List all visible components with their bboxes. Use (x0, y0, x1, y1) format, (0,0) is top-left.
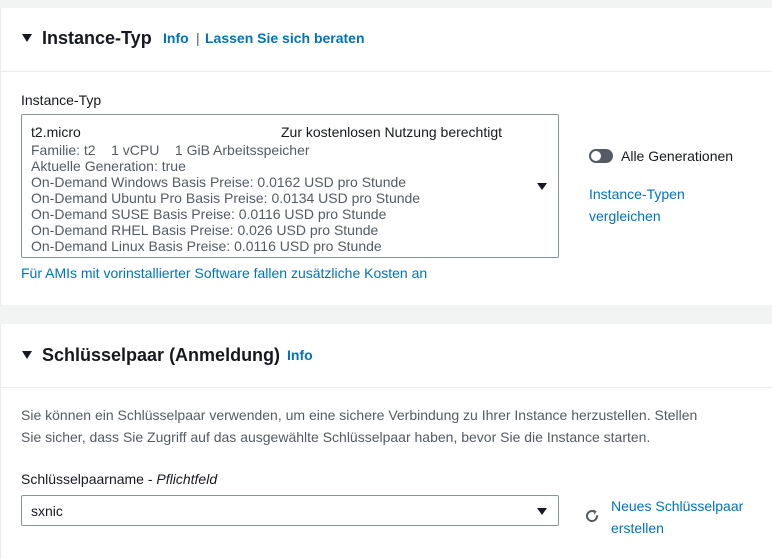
instance-type-select[interactable]: t2.micro Zur kostenlosen Nutzung berecht… (21, 114, 559, 258)
instance-type-header: Instance-Typ Info | Lassen Sie sich bera… (1, 8, 772, 72)
key-pair-title[interactable]: Schlüsselpaar (Anmeldung) (42, 345, 280, 366)
dropdown-arrow-icon[interactable] (537, 508, 547, 515)
instance-type-title[interactable]: Instance-Typ (42, 28, 152, 49)
instance-type-field-label: Instance-Typ (21, 92, 102, 108)
create-key-pair-link-line2[interactable]: erstellen (611, 520, 664, 536)
key-pair-field-label-text: Schlüsselpaarname (21, 471, 144, 487)
toggle-knob (591, 151, 601, 161)
key-pair-selected-value: sxnic (31, 503, 63, 519)
compare-instance-types-link[interactable]: Instance-Typen (589, 186, 685, 202)
detail-rhel-price: On-Demand RHEL Basis Preise: 0.026 USD p… (31, 222, 379, 238)
refresh-icon[interactable] (583, 507, 601, 525)
key-pair-description-line2: Sie sicher, dass Sie Zugriff auf das aus… (21, 429, 651, 445)
key-pair-info-link[interactable]: Info (287, 347, 313, 363)
required-hint: Pflichtfeld (156, 471, 218, 487)
key-pair-header: Schlüsselpaar (Anmeldung) Info (1, 324, 772, 388)
all-generations-toggle[interactable] (589, 149, 613, 163)
instance-type-panel: Instance-Typ Info | Lassen Sie sich bera… (0, 8, 772, 305)
detail-ubuntu-price: On-Demand Ubuntu Pro Basis Preise: 0.013… (31, 190, 421, 206)
detail-suse-price: On-Demand SUSE Basis Preise: 0.0116 USD … (31, 206, 387, 222)
instance-type-name: t2.micro (31, 124, 81, 140)
caret-down-icon[interactable] (22, 351, 32, 359)
link-separator: | (196, 30, 200, 46)
key-pair-select[interactable]: sxnic (21, 495, 559, 526)
compare-instance-types-link-line2[interactable]: vergleichen (589, 208, 661, 224)
detail-linux-price: On-Demand Linux Basis Preise: 0.0116 USD… (31, 238, 382, 254)
detail-generation: Aktuelle Generation: true (31, 158, 186, 174)
advice-link[interactable]: Lassen Sie sich beraten (205, 30, 365, 46)
ami-cost-note[interactable]: Für AMIs mit vorinstallierter Software f… (21, 265, 427, 281)
detail-family: Familie: t2 1 vCPU 1 GiB Arbeitsspeicher (31, 142, 310, 158)
dropdown-arrow-icon[interactable] (537, 183, 547, 190)
all-generations-label: Alle Generationen (621, 148, 734, 164)
key-pair-field-label-sep: - (143, 471, 157, 487)
key-pair-description-line1: Sie können ein Schlüsselpaar verwenden, … (21, 407, 698, 423)
key-pair-panel: Schlüsselpaar (Anmeldung) Info Sie könne… (0, 324, 772, 559)
caret-down-icon[interactable] (22, 34, 32, 42)
detail-windows-price: On-Demand Windows Basis Preise: 0.0162 U… (31, 174, 407, 190)
create-key-pair-link[interactable]: Neues Schlüsselpaar (611, 498, 743, 514)
free-tier-tag: Zur kostenlosen Nutzung berechtigt (281, 124, 503, 140)
instance-type-info-link[interactable]: Info (163, 30, 189, 46)
key-pair-field-label: Schlüsselpaarname - Pflichtfeld (21, 471, 217, 487)
